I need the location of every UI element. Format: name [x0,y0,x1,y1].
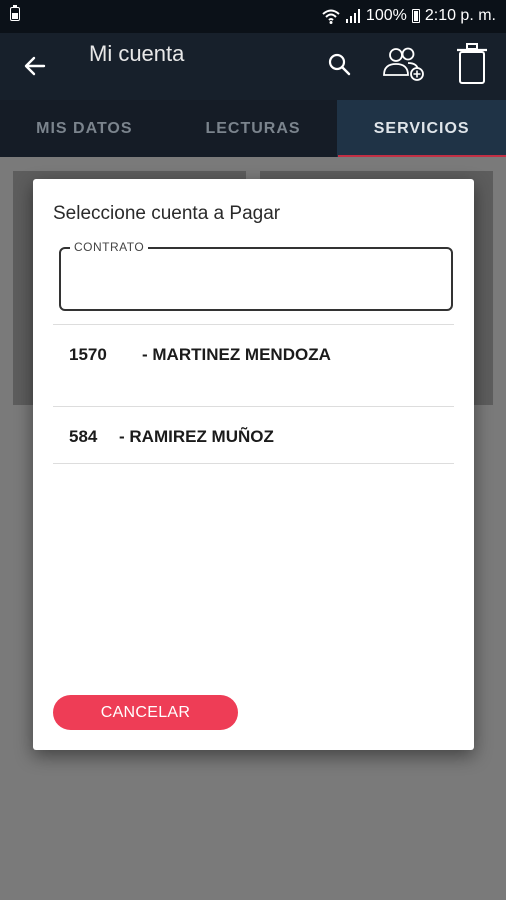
account-row[interactable]: 584 - RAMIREZ MUÑOZ [53,406,454,464]
add-user-icon[interactable] [381,45,425,81]
account-row[interactable]: 1570 - MARTINEZ MENDOZA [53,324,454,406]
clock: 2:10 p. m. [424,7,496,24]
contract-field-label: CONTRATO [70,240,149,254]
battery-icon [411,9,420,23]
wifi-icon [322,9,340,24]
select-account-dialog: Seleccione cuenta a Pagar CONTRATO 1570 … [33,179,474,750]
contract-input[interactable] [73,271,437,301]
search-icon[interactable] [327,52,351,76]
trash-icon[interactable] [456,43,488,85]
cancel-button[interactable]: CANCELAR [53,695,238,730]
dialog-title: Seleccione cuenta a Pagar [53,203,281,224]
account-name: - MARTINEZ MENDOZA [142,345,331,364]
tab-lecturas[interactable]: LECTURAS [169,100,338,157]
account-name: - RAMIREZ MUÑOZ [119,427,274,446]
battery-percent: 100% [365,7,407,24]
tab-bar: MIS DATOS LECTURAS SERVICIOS [0,100,506,157]
account-list: 1570 - MARTINEZ MENDOZA 584 - RAMIREZ MU… [53,324,454,464]
tab-servicios[interactable]: SERVICIOS [337,100,506,157]
tab-mis-datos[interactable]: MIS DATOS [0,100,169,157]
account-number: 584 [69,427,98,446]
notification-battery-icon [10,5,20,21]
status-bar: 100% 2:10 p. m. [0,0,506,33]
contract-field [59,247,453,311]
account-number: 1570 [69,345,107,364]
signal-icon [345,9,360,23]
back-arrow-icon[interactable] [22,53,48,79]
app-bar: Mi cuenta [0,33,506,100]
status-indicators: 100% 2:10 p. m. [322,6,496,26]
page-title: Mi cuenta [89,41,185,66]
